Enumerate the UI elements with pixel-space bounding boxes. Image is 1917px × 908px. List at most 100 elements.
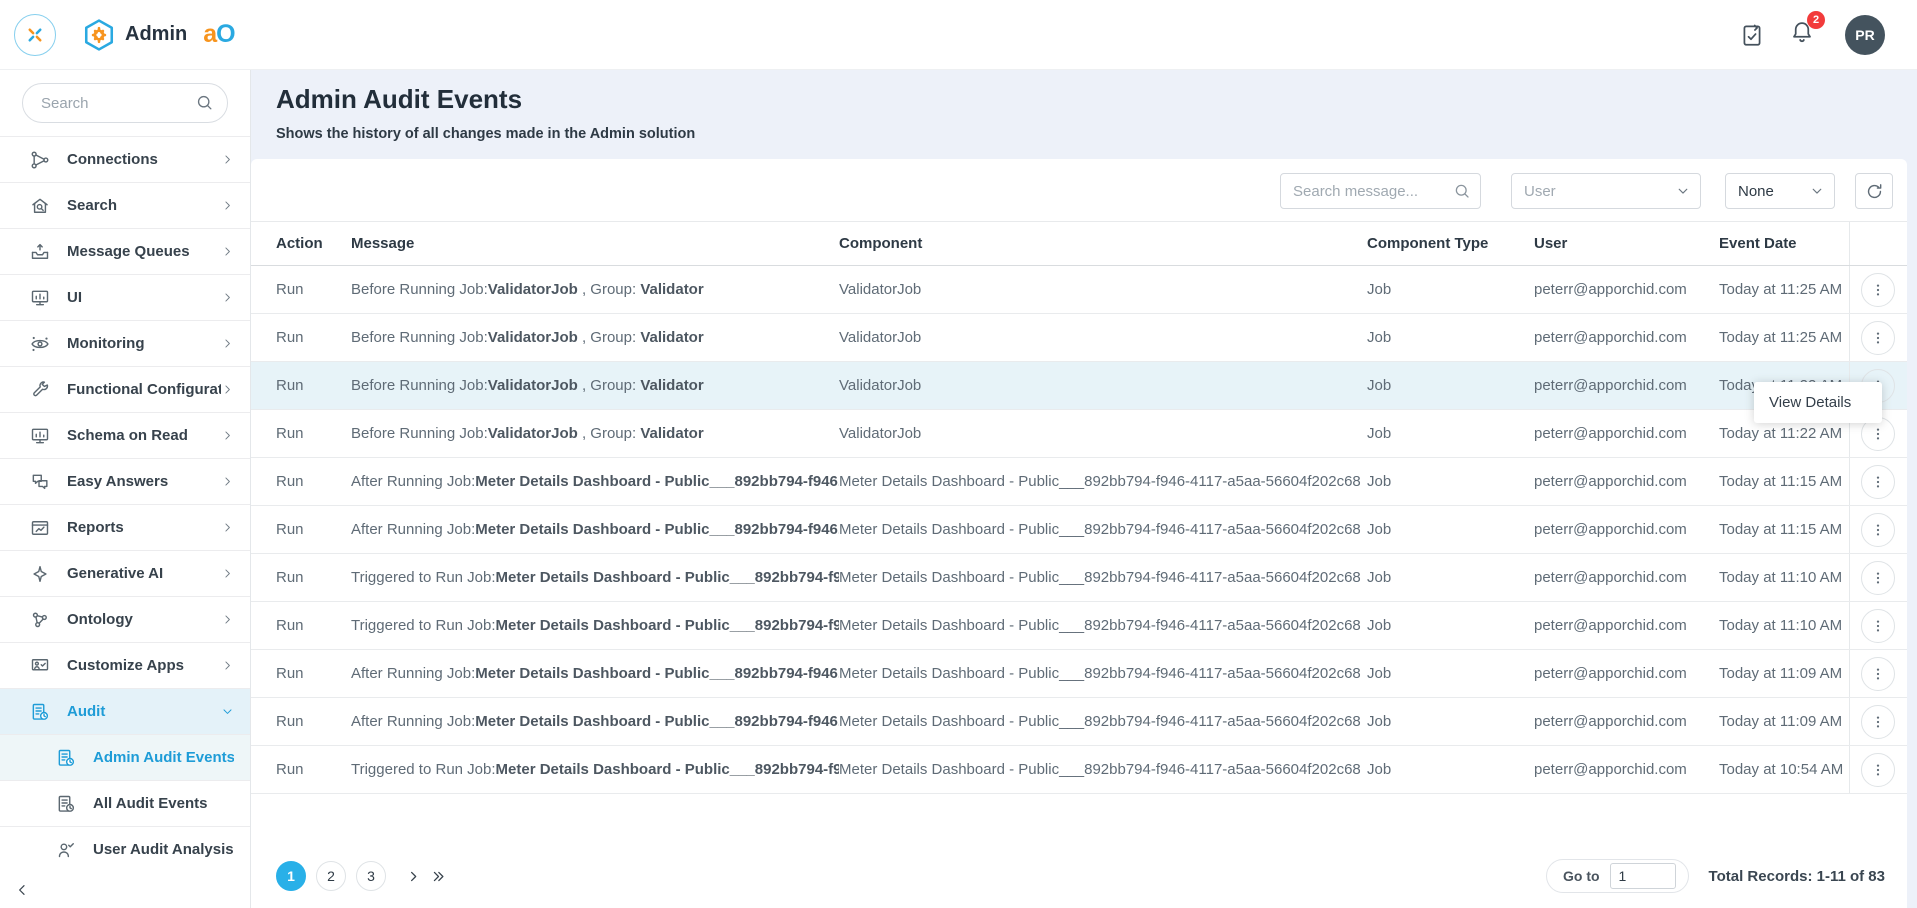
row-actions-button[interactable]: [1861, 753, 1895, 787]
cell-actions: [1849, 314, 1907, 362]
notifications-button[interactable]: 2: [1789, 19, 1815, 50]
message-queues-icon: [30, 242, 50, 262]
double-chevron-right-icon: [431, 869, 446, 884]
app-launcher-button[interactable]: [14, 14, 56, 56]
sidebar-item-audit[interactable]: Audit: [0, 689, 250, 735]
sidebar-subitem-admin-audit-events[interactable]: Admin Audit Events: [0, 735, 250, 781]
notification-count-badge: 2: [1807, 11, 1825, 29]
chevron-right-icon: [221, 475, 234, 488]
customize-icon: [30, 656, 50, 676]
cell-message: Before Running Job:ValidatorJob , Group:…: [351, 314, 839, 362]
message-search-input[interactable]: [1280, 173, 1481, 209]
sidebar-item-connections[interactable]: Connections: [0, 137, 250, 183]
sidebar-item-label: Reports: [67, 519, 221, 536]
chevron-right-icon: [221, 613, 234, 626]
row-actions-button[interactable]: [1861, 609, 1895, 643]
page-header: Admin Audit Events Shows the history of …: [251, 70, 1907, 143]
cell-component: Meter Details Dashboard - Public___892bb…: [839, 650, 1367, 698]
cell-actions: [1849, 554, 1907, 602]
table-header-row: Action Message Component Component Type …: [251, 222, 1907, 266]
kebab-menu-icon: [1869, 569, 1887, 587]
tasks-button[interactable]: [1739, 22, 1765, 48]
cell-component-type: Job: [1367, 746, 1534, 794]
total-records-label: Total Records: 1-11 of 83: [1709, 868, 1885, 885]
next-page-button[interactable]: [406, 869, 421, 884]
row-actions-button[interactable]: [1861, 705, 1895, 739]
table-row[interactable]: Run Before Running Job:ValidatorJob , Gr…: [251, 362, 1907, 410]
logo-letter-o: O: [216, 20, 234, 48]
sidebar-item-message-queues[interactable]: Message Queues: [0, 229, 250, 275]
table-row[interactable]: Run Triggered to Run Job:Meter Details D…: [251, 554, 1907, 602]
cell-event-date: Today at 11:09 AM: [1719, 698, 1849, 746]
table-row[interactable]: Run After Running Job:Meter Details Dash…: [251, 698, 1907, 746]
row-actions-button[interactable]: [1861, 273, 1895, 307]
sidebar-subitem-user-audit-analysis[interactable]: User Audit Analysis: [0, 827, 250, 872]
sort-select[interactable]: None: [1725, 173, 1835, 209]
sidebar-item-ui[interactable]: UI: [0, 275, 250, 321]
kebab-menu-icon: [1869, 281, 1887, 299]
cell-user: peterr@apporchid.com: [1534, 314, 1719, 362]
sidebar-collapse-button[interactable]: [0, 872, 250, 908]
page-button-3[interactable]: 3: [356, 861, 386, 891]
sidebar-item-search[interactable]: Search: [0, 183, 250, 229]
refresh-icon: [1865, 182, 1884, 201]
refresh-button[interactable]: [1855, 173, 1893, 209]
goto-label: Go to: [1563, 868, 1600, 884]
table-row[interactable]: Run Before Running Job:ValidatorJob , Gr…: [251, 410, 1907, 458]
table-row[interactable]: Run Before Running Job:ValidatorJob , Gr…: [251, 266, 1907, 314]
row-actions-button[interactable]: [1861, 321, 1895, 355]
reports-icon: [30, 518, 50, 538]
cell-component-type: Job: [1367, 602, 1534, 650]
kebab-menu-icon: [1869, 329, 1887, 347]
cell-component: Meter Details Dashboard - Public___892bb…: [839, 458, 1367, 506]
sidebar-item-easy-answers[interactable]: Easy Answers: [0, 459, 250, 505]
sidebar-search: [22, 83, 228, 123]
table-row[interactable]: Run Triggered to Run Job:Meter Details D…: [251, 602, 1907, 650]
search-home-icon: [30, 196, 50, 216]
table-row[interactable]: Run After Running Job:Meter Details Dash…: [251, 506, 1907, 554]
row-actions-button[interactable]: [1861, 465, 1895, 499]
sidebar-item-reports[interactable]: Reports: [0, 505, 250, 551]
cell-component-type: Job: [1367, 650, 1534, 698]
row-actions-button[interactable]: [1861, 657, 1895, 691]
sidebar-item-generative-ai[interactable]: Generative AI: [0, 551, 250, 597]
sidebar-subitem-label: Admin Audit Events: [93, 749, 234, 766]
table-row[interactable]: Run Triggered to Run Job:Meter Details D…: [251, 746, 1907, 794]
audit-icon: [56, 748, 76, 768]
table-row[interactable]: Run After Running Job:Meter Details Dash…: [251, 650, 1907, 698]
audit-icon: [30, 702, 50, 722]
sidebar-subitem-all-audit-events[interactable]: All Audit Events: [0, 781, 250, 827]
page-button-2[interactable]: 2: [316, 861, 346, 891]
cell-actions: [1849, 746, 1907, 794]
cell-action: Run: [251, 698, 351, 746]
row-actions-button[interactable]: [1861, 513, 1895, 547]
page-button-1[interactable]: 1: [276, 861, 306, 891]
table-row[interactable]: Run After Running Job:Meter Details Dash…: [251, 458, 1907, 506]
kebab-menu-icon: [1869, 761, 1887, 779]
sidebar-item-customize-apps[interactable]: Customize Apps: [0, 643, 250, 689]
sidebar-item-functional-configuration[interactable]: Functional Configurati...: [0, 367, 250, 413]
message-search: [1280, 173, 1481, 209]
pagination-bar: 123 Go to Total Records: 1-1: [251, 844, 1907, 908]
sidebar-item-schema-on-read[interactable]: Schema on Read: [0, 413, 250, 459]
last-page-button[interactable]: [431, 869, 446, 884]
goto-page-input[interactable]: [1610, 863, 1676, 889]
cell-event-date: Today at 10:54 AM: [1719, 746, 1849, 794]
view-details-menu-item[interactable]: View Details: [1754, 388, 1882, 417]
sidebar-item-monitoring[interactable]: Monitoring: [0, 321, 250, 367]
cell-action: Run: [251, 650, 351, 698]
sidebar-item-ontology[interactable]: Ontology: [0, 597, 250, 643]
cell-user: peterr@apporchid.com: [1534, 698, 1719, 746]
chevron-right-icon: [221, 337, 234, 350]
cell-user: peterr@apporchid.com: [1534, 362, 1719, 410]
cell-component: Meter Details Dashboard - Public___892bb…: [839, 602, 1367, 650]
audit-events-card: User None: [251, 159, 1907, 908]
cell-message: Triggered to Run Job:Meter Details Dashb…: [351, 602, 839, 650]
row-actions-button[interactable]: [1861, 561, 1895, 595]
avatar[interactable]: PR: [1845, 15, 1885, 55]
user-filter-select[interactable]: User: [1511, 173, 1701, 209]
table-row[interactable]: Run Before Running Job:ValidatorJob , Gr…: [251, 314, 1907, 362]
cell-event-date: Today at 11:09 AM: [1719, 650, 1849, 698]
cell-component-type: Job: [1367, 362, 1534, 410]
cell-message: Before Running Job:ValidatorJob , Group:…: [351, 266, 839, 314]
